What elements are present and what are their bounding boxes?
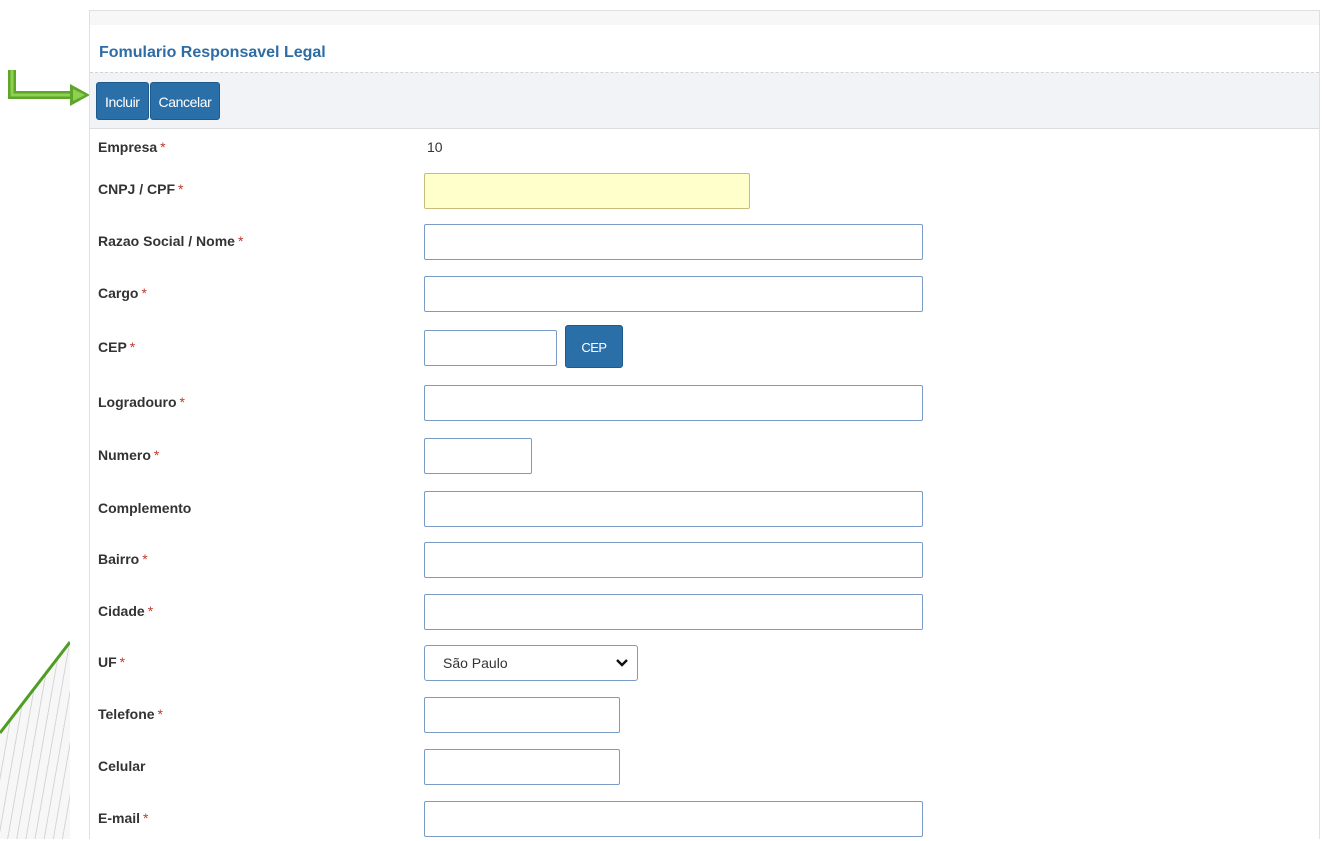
numero-input[interactable] bbox=[424, 438, 532, 474]
row-empresa: Empresa * 10 bbox=[90, 135, 1319, 175]
required-mark: * bbox=[179, 394, 185, 410]
cidade-label: Cidade * bbox=[98, 603, 154, 619]
bairro-label: Bairro * bbox=[98, 551, 148, 567]
required-mark: * bbox=[143, 810, 149, 826]
row-cnpj-cpf: CNPJ / CPF * bbox=[90, 173, 1319, 213]
required-mark: * bbox=[119, 654, 126, 670]
page-title: Fomulario Responsavel Legal bbox=[99, 44, 326, 61]
row-complemento: Complemento bbox=[90, 491, 1319, 531]
telefone-label: Telefone * bbox=[98, 706, 163, 722]
row-bairro: Bairro * bbox=[90, 542, 1319, 582]
empresa-value: 10 bbox=[427, 139, 443, 155]
toolbar: Incluir Cancelar bbox=[90, 73, 1319, 129]
panel-header: Fomulario Responsavel Legal bbox=[90, 11, 1319, 73]
cep-lookup-button[interactable]: CEP bbox=[565, 325, 623, 368]
celular-input[interactable] bbox=[424, 749, 620, 785]
required-mark: * bbox=[160, 139, 166, 155]
row-cep: CEP * CEP bbox=[90, 325, 1319, 370]
required-mark: * bbox=[178, 181, 184, 197]
row-cidade: Cidade * bbox=[90, 594, 1319, 634]
row-numero: Numero * bbox=[90, 438, 1319, 478]
row-celular: Celular bbox=[90, 749, 1319, 789]
required-mark: * bbox=[141, 285, 147, 301]
row-telefone: Telefone * bbox=[90, 697, 1319, 737]
celular-label: Celular bbox=[98, 758, 146, 774]
empresa-label: Empresa * bbox=[98, 139, 166, 155]
bairro-input[interactable] bbox=[424, 542, 923, 578]
row-logradouro: Logradouro * bbox=[90, 385, 1319, 425]
telefone-input[interactable] bbox=[424, 697, 620, 733]
cidade-input[interactable] bbox=[424, 594, 923, 630]
required-mark: * bbox=[147, 603, 154, 619]
cnpj-cpf-label: CNPJ / CPF * bbox=[98, 181, 184, 197]
email-label: E-mail * bbox=[98, 810, 149, 826]
decorative-background bbox=[0, 641, 70, 839]
required-mark: * bbox=[142, 551, 148, 567]
required-mark: * bbox=[153, 447, 160, 463]
cnpj-cpf-input[interactable] bbox=[424, 173, 750, 209]
required-mark: * bbox=[129, 339, 136, 355]
cargo-input[interactable] bbox=[424, 276, 923, 312]
logradouro-label: Logradouro * bbox=[98, 394, 185, 410]
form-panel: Fomulario Responsavel Legal Incluir Cance… bbox=[89, 10, 1320, 839]
razao-social-input[interactable] bbox=[424, 224, 923, 260]
cep-input[interactable] bbox=[424, 330, 557, 366]
logradouro-input[interactable] bbox=[424, 385, 923, 421]
required-mark: * bbox=[157, 706, 163, 722]
email-input[interactable] bbox=[424, 801, 923, 837]
numero-label: Numero * bbox=[98, 447, 160, 463]
row-razao-social: Razao Social / Nome * bbox=[90, 224, 1319, 264]
row-uf: UF * São Paulo bbox=[90, 645, 1319, 685]
chevron-down-icon bbox=[616, 659, 628, 667]
required-mark: * bbox=[237, 233, 244, 249]
cep-label: CEP * bbox=[98, 339, 136, 355]
cargo-label: Cargo * bbox=[98, 285, 147, 301]
include-button[interactable]: Incluir bbox=[96, 82, 149, 120]
row-email: E-mail * bbox=[90, 801, 1319, 841]
razao-social-label: Razao Social / Nome * bbox=[98, 233, 244, 249]
uf-select[interactable]: São Paulo bbox=[424, 645, 638, 681]
row-cargo: Cargo * bbox=[90, 276, 1319, 316]
annotation-arrow-icon bbox=[8, 70, 90, 106]
complemento-input[interactable] bbox=[424, 491, 923, 527]
uf-selected-value: São Paulo bbox=[443, 655, 508, 671]
uf-label: UF * bbox=[98, 654, 126, 670]
cancel-button[interactable]: Cancelar bbox=[149, 82, 221, 120]
complemento-label: Complemento bbox=[98, 500, 192, 516]
